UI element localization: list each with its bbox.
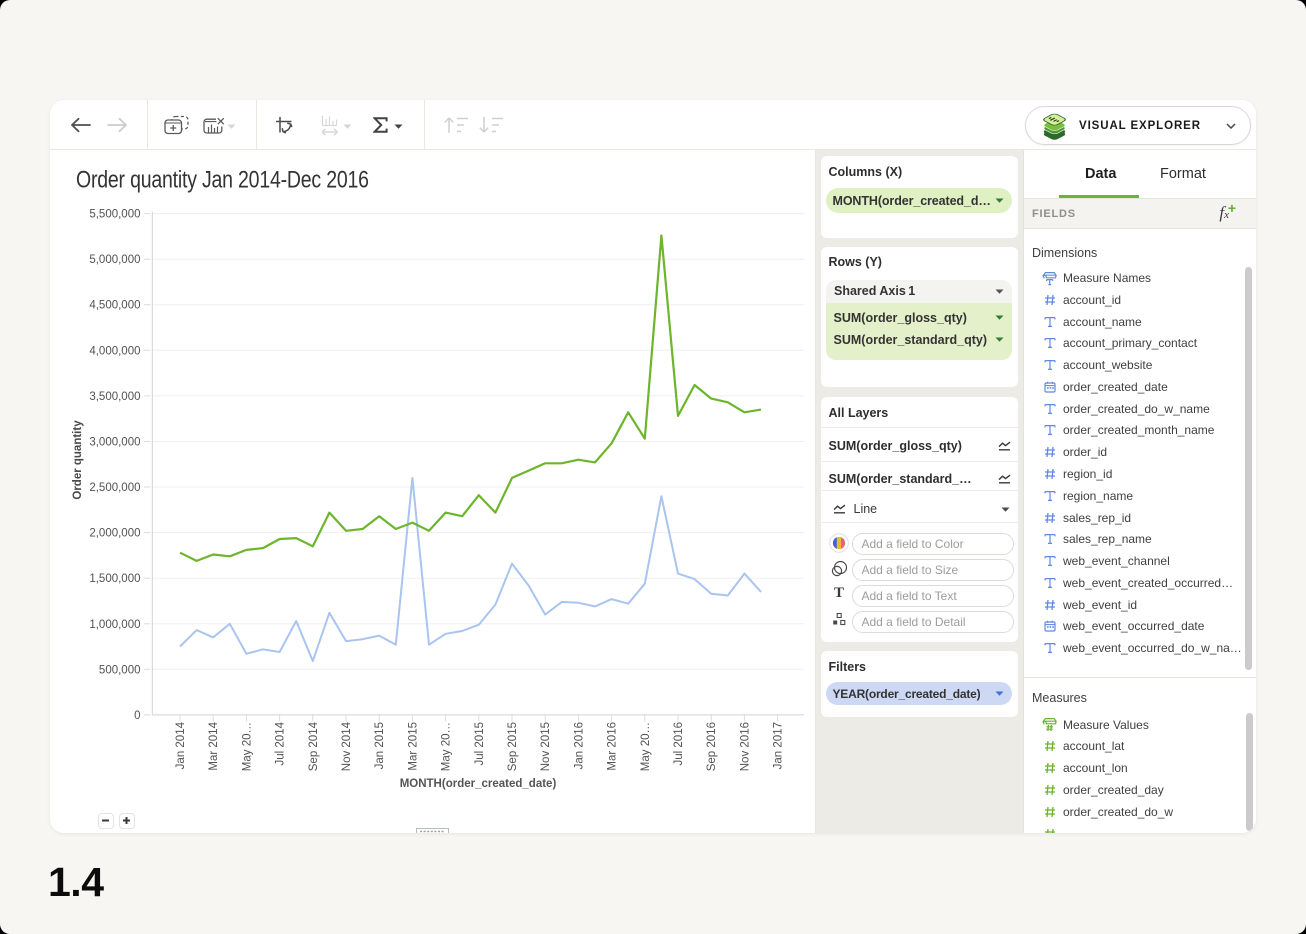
svg-text:500,000: 500,000: [99, 664, 141, 676]
svg-text:May 20…: May 20…: [241, 722, 253, 771]
svg-text:Sep 2014: Sep 2014: [308, 721, 320, 771]
svg-text:Jul 2015: Jul 2015: [474, 722, 486, 765]
svg-text:0: 0: [134, 710, 140, 722]
svg-text:Jul 2014: Jul 2014: [275, 721, 287, 765]
svg-text:Nov 2015: Nov 2015: [540, 722, 552, 771]
svg-text:2,000,000: 2,000,000: [89, 528, 140, 540]
svg-text:Jan 2015: Jan 2015: [374, 722, 386, 769]
svg-text:Order quantity: Order quantity: [72, 420, 84, 500]
svg-text:Mar 2016: Mar 2016: [607, 722, 619, 771]
svg-text:Jan 2014: Jan 2014: [175, 721, 187, 769]
svg-text:Jan 2016: Jan 2016: [573, 722, 585, 769]
svg-text:1,000,000: 1,000,000: [89, 619, 140, 631]
svg-text:2,500,000: 2,500,000: [89, 482, 140, 494]
svg-text:5,000,000: 5,000,000: [89, 254, 140, 266]
svg-text:Nov 2016: Nov 2016: [739, 722, 751, 771]
svg-text:May 20…: May 20…: [640, 722, 652, 771]
svg-text:MONTH(order_created_date): MONTH(order_created_date): [400, 778, 557, 790]
svg-text:3,000,000: 3,000,000: [89, 437, 140, 449]
svg-text:Nov 2014: Nov 2014: [341, 721, 353, 771]
svg-text:Mar 2014: Mar 2014: [208, 721, 220, 770]
svg-text:Jul 2016: Jul 2016: [673, 722, 685, 765]
svg-text:Sep 2015: Sep 2015: [507, 722, 519, 771]
svg-text:May 20…: May 20…: [441, 722, 453, 771]
svg-text:Mar 2015: Mar 2015: [407, 722, 419, 771]
svg-text:4,500,000: 4,500,000: [89, 300, 140, 312]
svg-text:1,500,000: 1,500,000: [89, 573, 140, 585]
svg-text:5,500,000: 5,500,000: [89, 209, 140, 221]
svg-text:4,000,000: 4,000,000: [89, 345, 140, 357]
svg-text:Sep 2016: Sep 2016: [706, 722, 718, 771]
svg-text:Jan 2017: Jan 2017: [773, 722, 785, 769]
svg-text:3,500,000: 3,500,000: [89, 391, 140, 403]
